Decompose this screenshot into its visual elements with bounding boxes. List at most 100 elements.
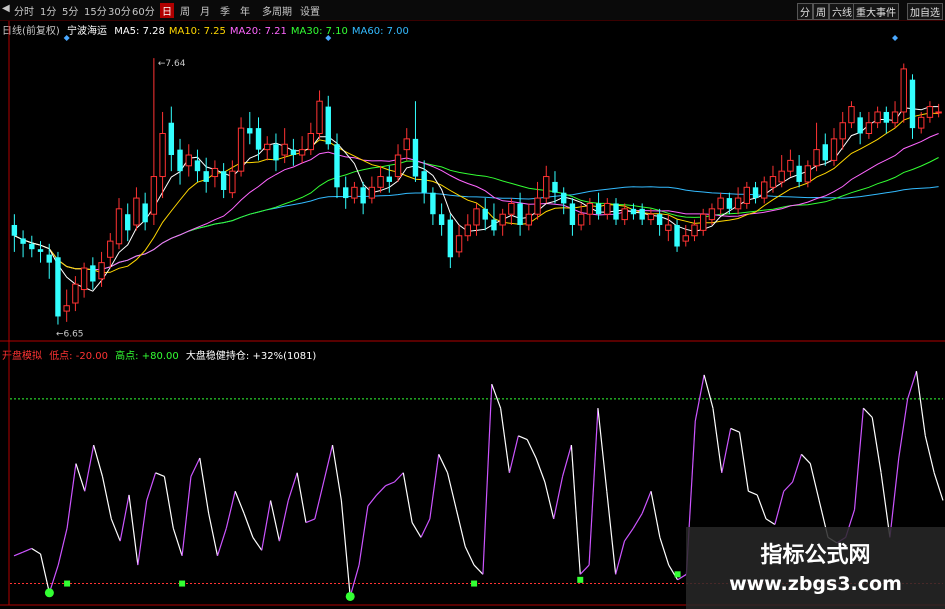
oscillator-segment — [561, 444, 572, 477]
oscillator-segment — [721, 428, 732, 473]
candle-body — [386, 176, 393, 182]
oscillator-segment — [730, 427, 740, 433]
stock-chart[interactable]: ←7.64 ←6.65 — [0, 0, 945, 609]
candle-body — [185, 154, 192, 167]
candle-body — [334, 144, 340, 188]
candle-body — [72, 283, 79, 304]
candle-body — [473, 208, 480, 226]
candle-body — [674, 224, 680, 247]
candle-body — [377, 176, 384, 188]
candle-body — [935, 111, 942, 114]
buy-signal-dot — [44, 588, 54, 598]
oscillator-segment — [385, 481, 395, 487]
candle-body — [107, 240, 114, 258]
candle-body — [46, 254, 52, 263]
candle-body — [525, 213, 533, 226]
candle-body — [125, 214, 131, 231]
candle-body — [273, 144, 279, 161]
oscillator-segment — [278, 500, 289, 542]
oscillator-segment — [411, 522, 422, 538]
oscillator-segment — [801, 453, 811, 464]
watermark-url: www.zbgs3.com — [729, 573, 902, 595]
event-marker-icon — [325, 35, 332, 41]
candle-body — [351, 186, 358, 199]
candle-body — [577, 213, 585, 226]
buy-signal-square — [471, 580, 478, 587]
candle-body — [264, 143, 271, 151]
candle-body — [787, 159, 794, 172]
watermark-title: 指标公式网 — [760, 543, 871, 568]
oscillator-segment — [323, 444, 334, 483]
oscillator-segment — [296, 472, 307, 523]
candle-body — [343, 187, 349, 199]
candle-body — [613, 203, 619, 220]
oscillator-segment — [172, 527, 183, 557]
candle-body — [822, 144, 828, 161]
oscillator-segment — [119, 494, 130, 542]
candle-body — [194, 160, 201, 172]
oscillator-segment — [305, 518, 316, 524]
candle-body — [430, 192, 436, 215]
candle-body — [604, 202, 611, 215]
oscillator-segment — [553, 476, 564, 520]
candle-body — [552, 181, 558, 193]
candle-body — [98, 262, 105, 280]
oscillator-segment — [871, 417, 882, 473]
oscillator-segment — [190, 457, 201, 477]
candle-body — [691, 224, 698, 237]
candle-body — [368, 186, 376, 199]
oscillator-segment — [110, 518, 121, 542]
candle-body — [394, 154, 402, 178]
oscillator-segment — [694, 374, 705, 422]
candle-body — [647, 213, 655, 221]
candle-body — [290, 149, 297, 156]
oscillator-segment — [508, 435, 519, 473]
candle-body — [909, 79, 916, 129]
candle-body — [11, 224, 18, 236]
candle-body — [813, 149, 820, 167]
oscillator-segment — [464, 546, 475, 566]
watermark: 指标公式网 www.zbgs3.com — [686, 527, 945, 609]
candle-body — [543, 176, 550, 199]
oscillator-segment — [22, 547, 32, 553]
candle-body — [421, 171, 427, 193]
candle-body — [752, 187, 759, 199]
oscillator-segment — [287, 472, 298, 501]
candle-body — [281, 143, 288, 156]
candle-body — [726, 198, 733, 209]
oscillator-segment — [208, 513, 219, 556]
oscillator-segment — [225, 491, 236, 529]
oscillator-segment — [482, 384, 493, 575]
buy-signal-dot — [345, 591, 355, 601]
oscillator-segment — [39, 553, 50, 593]
oscillator-segment — [579, 564, 590, 575]
candle-body — [499, 213, 506, 226]
candle-body — [630, 208, 637, 215]
oscillator-segment — [31, 547, 41, 555]
candle-body — [517, 203, 523, 225]
oscillator-segment — [349, 564, 360, 597]
oscillator-segment — [915, 371, 926, 436]
oscillator-segment — [84, 444, 95, 492]
oscillator-segment — [756, 494, 767, 520]
candle-body — [769, 176, 777, 188]
buy-signal-square — [577, 576, 584, 583]
candle-body — [717, 197, 724, 210]
candle-body — [656, 214, 663, 225]
oscillator-segment — [66, 463, 77, 529]
candle-body — [115, 208, 123, 245]
oscillator-segment — [712, 408, 723, 473]
candle-body — [560, 192, 567, 204]
oscillator-segment — [862, 407, 873, 418]
candle-body — [865, 122, 873, 134]
event-marker-icon — [63, 35, 70, 41]
oscillator-segment — [234, 491, 245, 514]
candle-body — [247, 128, 253, 134]
oscillator-segment — [570, 445, 581, 575]
oscillator-segment — [783, 481, 794, 492]
candle-body — [150, 176, 158, 215]
oscillator-segment — [535, 457, 546, 483]
high-price-label: ←7.64 — [158, 59, 186, 69]
oscillator-segment — [269, 500, 281, 542]
candle-body — [55, 257, 61, 317]
